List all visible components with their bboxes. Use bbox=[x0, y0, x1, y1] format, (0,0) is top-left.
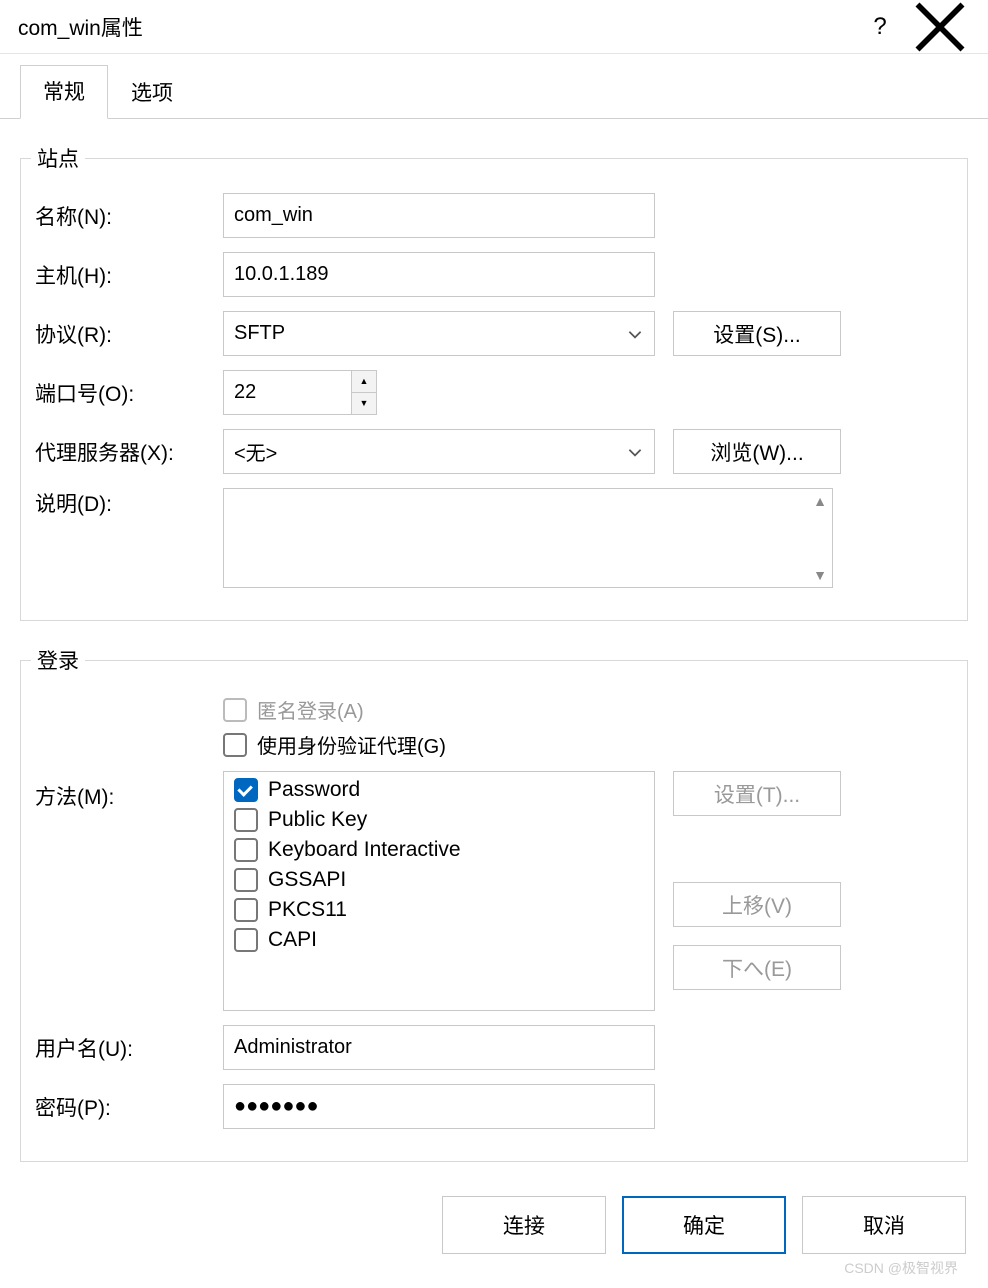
site-group: 站点 名称(N): 主机(H): 协议(R): SFTP 设置(S)... 端口… bbox=[20, 143, 968, 621]
checkbox-icon bbox=[223, 698, 247, 722]
user-label: 用户名(U): bbox=[35, 1033, 223, 1063]
checkbox-icon bbox=[223, 733, 247, 757]
connect-button[interactable]: 连接 bbox=[442, 1196, 606, 1254]
proxy-select[interactable]: <无> bbox=[223, 429, 655, 474]
close-icon[interactable] bbox=[910, 7, 970, 47]
pass-label: 密码(P): bbox=[35, 1092, 223, 1122]
movedown-button: 下へ(E) bbox=[673, 945, 841, 990]
name-label: 名称(N): bbox=[35, 201, 223, 231]
method-gssapi: GSSAPI bbox=[268, 868, 346, 892]
cancel-button[interactable]: 取消 bbox=[802, 1196, 966, 1254]
method-keyboard: Keyboard Interactive bbox=[268, 838, 461, 862]
method-capi: CAPI bbox=[268, 928, 317, 952]
login-group: 登录 匿名登录(A) 使用身份验证代理(G) 方法(M): Password P… bbox=[20, 645, 968, 1162]
dialog-buttons: 连接 确定 取消 bbox=[442, 1196, 966, 1254]
login-legend: 登录 bbox=[31, 645, 85, 675]
textarea-scrollbar[interactable]: ▲ ▼ bbox=[808, 489, 832, 587]
method-publickey: Public Key bbox=[268, 808, 367, 832]
password-input[interactable] bbox=[223, 1084, 655, 1129]
host-label: 主机(H): bbox=[35, 260, 223, 290]
watermark: CSDN @极智视界 bbox=[844, 1258, 958, 1278]
ok-button[interactable]: 确定 bbox=[622, 1196, 786, 1254]
protocol-label: 协议(R): bbox=[35, 319, 223, 349]
protocol-settings-button[interactable]: 设置(S)... bbox=[673, 311, 841, 356]
scroll-up-icon: ▲ bbox=[808, 493, 832, 509]
protocol-select[interactable]: SFTP bbox=[223, 311, 655, 356]
help-icon[interactable]: ? bbox=[850, 7, 910, 47]
checkbox-icon[interactable] bbox=[234, 898, 258, 922]
titlebar: com_win属性 ? bbox=[0, 0, 988, 54]
window-title: com_win属性 bbox=[18, 12, 850, 42]
tabs: 常规 选项 bbox=[0, 54, 988, 119]
scroll-down-icon: ▼ bbox=[808, 567, 832, 583]
checkbox-icon[interactable] bbox=[234, 808, 258, 832]
moveup-button: 上移(V) bbox=[673, 882, 841, 927]
port-input[interactable] bbox=[223, 370, 351, 415]
port-label: 端口号(O): bbox=[35, 378, 223, 408]
desc-label: 说明(D): bbox=[35, 488, 223, 518]
method-label: 方法(M): bbox=[35, 771, 223, 811]
method-settings-button: 设置(T)... bbox=[673, 771, 841, 816]
port-spin-up[interactable]: ▲ bbox=[352, 371, 376, 393]
tab-options[interactable]: 选项 bbox=[108, 66, 196, 119]
method-password: Password bbox=[268, 778, 360, 802]
proxy-label: 代理服务器(X): bbox=[35, 437, 223, 467]
checkbox-icon[interactable] bbox=[234, 778, 258, 802]
checkbox-icon[interactable] bbox=[234, 868, 258, 892]
name-input[interactable] bbox=[223, 193, 655, 238]
chevron-down-icon bbox=[626, 325, 644, 343]
auth-agent-checkbox[interactable]: 使用身份验证代理(G) bbox=[223, 730, 446, 759]
tab-general[interactable]: 常规 bbox=[20, 65, 108, 119]
site-legend: 站点 bbox=[31, 143, 85, 173]
username-input[interactable] bbox=[223, 1025, 655, 1070]
method-pkcs11: PKCS11 bbox=[268, 898, 347, 922]
protocol-value: SFTP bbox=[234, 322, 285, 345]
anonymous-label: 匿名登录(A) bbox=[257, 695, 364, 724]
proxy-browse-button[interactable]: 浏览(W)... bbox=[673, 429, 841, 474]
proxy-value: <无> bbox=[234, 437, 277, 466]
auth-agent-label: 使用身份验证代理(G) bbox=[257, 730, 446, 759]
host-input[interactable] bbox=[223, 252, 655, 297]
method-listbox[interactable]: Password Public Key Keyboard Interactive… bbox=[223, 771, 655, 1011]
chevron-down-icon bbox=[626, 443, 644, 461]
anonymous-checkbox: 匿名登录(A) bbox=[223, 695, 446, 724]
port-spin-down[interactable]: ▼ bbox=[352, 393, 376, 415]
checkbox-icon[interactable] bbox=[234, 928, 258, 952]
checkbox-icon[interactable] bbox=[234, 838, 258, 862]
desc-textarea[interactable] bbox=[224, 489, 808, 587]
